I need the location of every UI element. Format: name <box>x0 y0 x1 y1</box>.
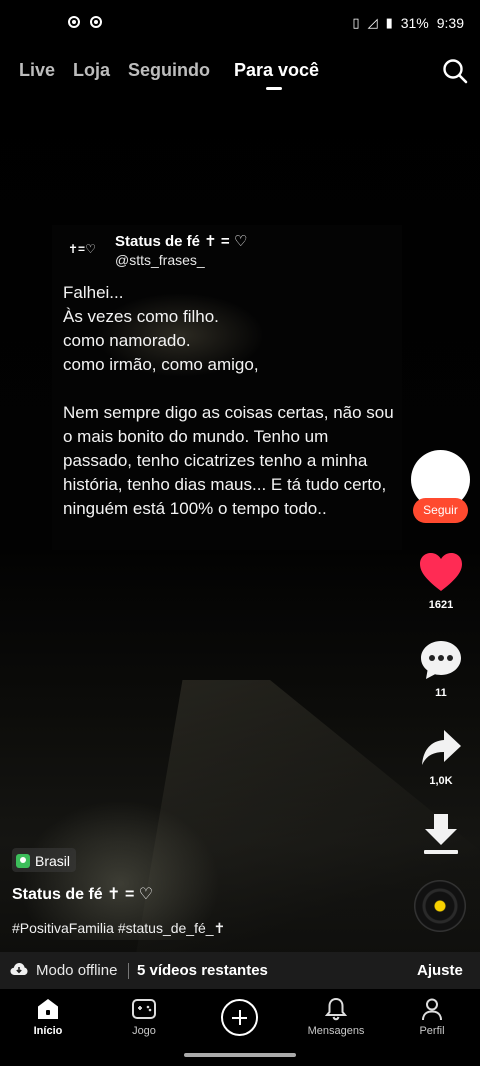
share-count: 1,0K <box>429 775 453 787</box>
nav-messages[interactable]: Mensagens <box>301 997 371 1037</box>
battery-level: 31% <box>400 15 429 31</box>
nav-profile[interactable]: Perfil <box>397 997 467 1037</box>
clock: 9:39 <box>436 15 464 31</box>
comment-icon <box>421 641 461 679</box>
like-button[interactable]: 1621 <box>410 551 472 611</box>
follow-button[interactable]: Seguir <box>413 498 468 523</box>
music-disc-icon[interactable] <box>414 880 466 932</box>
notification-icon <box>90 16 102 28</box>
search-icon[interactable] <box>442 58 468 84</box>
divider <box>128 963 129 979</box>
location-label: Brasil <box>35 853 71 869</box>
notification-icon <box>68 16 80 28</box>
card-author-name: Status de fé ✝︎ = ♡ <box>115 233 248 250</box>
share-arrow-icon <box>422 730 461 765</box>
profile-icon <box>422 998 442 1021</box>
create-plus-button[interactable] <box>221 999 258 1036</box>
bell-icon <box>324 997 348 1021</box>
caption-author[interactable]: Status de fé ✝︎ = ♡ <box>12 884 153 904</box>
comment-count: 11 <box>435 687 447 699</box>
caption-hashtags[interactable]: #PositivaFamilia #status_de_fé_✝︎ <box>12 920 225 937</box>
tab-live[interactable]: Live <box>19 60 55 81</box>
active-tab-indicator <box>266 87 282 90</box>
remaining-videos: 5 vídeos restantes <box>137 962 268 979</box>
card-author-handle: @stts_frases_ <box>115 252 205 268</box>
location-pin-icon <box>16 854 30 868</box>
download-icon <box>424 814 458 854</box>
status-bar: ▯ ◿ ▮ 31% 9:39 <box>0 0 480 46</box>
offline-mode-bar: Modo offline 5 vídeos restantes Ajuste <box>0 952 480 989</box>
like-count: 1621 <box>428 599 454 611</box>
heart-icon <box>420 553 462 591</box>
home-indicator[interactable] <box>184 1053 296 1057</box>
game-controller-icon <box>132 999 156 1019</box>
tab-loja[interactable]: Loja <box>73 60 110 81</box>
tab-seguindo[interactable]: Seguindo <box>128 60 210 81</box>
notification-icons <box>68 16 102 28</box>
home-icon <box>38 999 58 1019</box>
nav-home-label: Início <box>33 1025 63 1037</box>
location-tag[interactable]: Brasil <box>12 848 77 872</box>
top-feed-tabs: Live Loja Seguindo Para você <box>0 58 480 94</box>
download-button[interactable] <box>410 812 472 856</box>
signal-icon: ◿ <box>367 15 378 30</box>
nav-home[interactable]: Início <box>13 997 83 1037</box>
card-avatar: ✝︎=♡ <box>68 242 96 256</box>
vibrate-icon: ▯ <box>352 15 360 30</box>
battery-icon: ▮ <box>385 15 393 30</box>
comment-button[interactable]: 11 <box>410 639 472 699</box>
card-quote-text: Falhei... Às vezes como filho. como namo… <box>63 283 394 518</box>
cloud-download-icon <box>10 963 28 975</box>
offline-mode-label: Modo offline <box>36 962 118 979</box>
adjust-button[interactable]: Ajuste <box>417 962 463 979</box>
nav-messages-label: Mensagens <box>307 1025 365 1037</box>
nav-game-label: Jogo <box>132 1025 156 1037</box>
nav-game[interactable]: Jogo <box>109 997 179 1037</box>
tab-para-voce[interactable]: Para você <box>234 60 319 81</box>
nav-profile-label: Perfil <box>419 1025 445 1037</box>
quote-card: ✝︎=♡ Status de fé ✝︎ = ♡ @stts_frases_ F… <box>52 225 402 550</box>
share-button[interactable]: 1,0K <box>410 727 472 787</box>
